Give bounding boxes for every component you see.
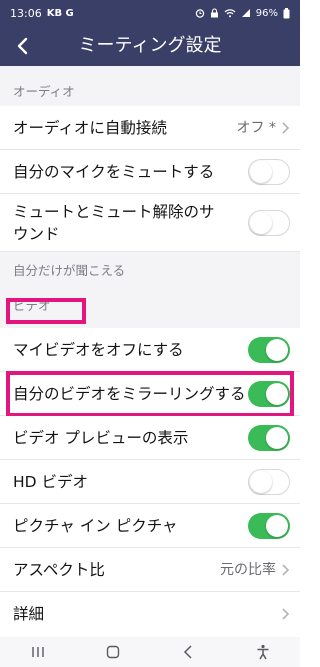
video-preview-row: ビデオ プレビューの表示: [0, 416, 300, 460]
pip-toggle[interactable]: [248, 513, 290, 539]
chevron-right-icon: [282, 564, 290, 576]
section-title-video: ビデオ: [13, 297, 51, 313]
auto-connect-audio-row[interactable]: オーディオに自動接続 オフ *: [0, 106, 300, 150]
mute-mic-toggle[interactable]: [248, 159, 290, 185]
mute-sound-row: ミュートとミュート解除のサ ウンド: [0, 194, 300, 252]
aspect-ratio-value: 元の比率: [220, 562, 276, 578]
toggle-knob: [266, 515, 288, 537]
mute-mic-label: 自分のマイクをミュートする: [13, 163, 215, 181]
turn-off-video-row: マイビデオをオフにする: [0, 328, 300, 372]
mute-sound-label-line1: ミュートとミュート解除のサ: [13, 203, 215, 221]
mirror-video-row: 自分のビデオをミラーリングする: [0, 372, 300, 416]
turn-off-video-toggle[interactable]: [248, 337, 290, 363]
page-title: ミーティング設定: [78, 35, 222, 56]
lock-icon: [210, 8, 218, 18]
battery-icon: [283, 7, 290, 18]
status-bar-left: 13:06 KB G: [10, 7, 74, 20]
status-bar: 13:06 KB G 96%: [0, 0, 300, 26]
status-time: 13:06: [10, 6, 42, 20]
accessibility-icon: [257, 644, 268, 660]
mute-mic-row: 自分のマイクをミュートする: [0, 150, 300, 194]
mute-sound-label-line2: ウンド: [13, 225, 60, 243]
signal-icon: [241, 9, 250, 17]
aspect-ratio-row[interactable]: アスペクト比 元の比率: [0, 548, 300, 592]
chevron-right-icon: [282, 608, 290, 620]
toggle-knob: [250, 471, 272, 493]
battery-level: 96%: [255, 7, 278, 19]
video-preview-label: ビデオ プレビューの表示: [13, 429, 189, 447]
alarm-icon: [195, 9, 204, 18]
mute-sound-toggle[interactable]: [248, 210, 290, 236]
toggle-knob: [250, 212, 272, 234]
back-arrow-icon: [183, 645, 192, 659]
pip-label: ピクチャ イン ピクチャ: [13, 517, 178, 535]
system-nav-bar: [0, 637, 300, 667]
status-notification-icons: KB G: [46, 7, 74, 19]
back-nav-button[interactable]: [168, 642, 208, 662]
hd-video-toggle[interactable]: [248, 469, 290, 495]
wifi-icon: [224, 9, 236, 18]
accessibility-button[interactable]: [243, 642, 283, 662]
details-label: 詳細: [13, 605, 45, 623]
mirror-video-label: 自分のビデオをミラーリングする: [13, 385, 246, 403]
recent-apps-icon: [31, 647, 44, 657]
hd-video-label: HD ビデオ: [13, 473, 89, 491]
section-header-video: ビデオ: [0, 286, 300, 322]
app-bar: ミーティング設定: [0, 26, 300, 66]
status-bar-right: 96%: [195, 7, 290, 19]
settings-list: オーディオ オーディオに自動接続 オフ * 自分のマイクをミュートする ミュート…: [0, 66, 300, 637]
auto-connect-audio-value: オフ *: [236, 120, 276, 136]
details-row[interactable]: 詳細: [0, 592, 300, 637]
home-icon: [106, 645, 119, 659]
recent-apps-button[interactable]: [18, 642, 58, 662]
aspect-ratio-label: アスペクト比: [13, 561, 105, 579]
toggle-knob: [266, 339, 288, 361]
section-header-audio: オーディオ: [0, 74, 300, 106]
pip-row: ピクチャ イン ピクチャ: [0, 504, 300, 548]
mirror-video-toggle[interactable]: [248, 381, 290, 407]
auto-connect-audio-label: オーディオに自動接続: [13, 119, 167, 137]
home-button[interactable]: [93, 642, 133, 662]
hd-video-row: HD ビデオ: [0, 460, 300, 504]
toggle-knob: [266, 427, 288, 449]
toggle-knob: [250, 161, 272, 183]
video-preview-toggle[interactable]: [248, 425, 290, 451]
chevron-right-icon: [282, 122, 290, 134]
turn-off-video-label: マイビデオをオフにする: [13, 341, 184, 359]
hint-text: 自分だけが聞こえる: [13, 262, 126, 278]
hint-text-row: 自分だけが聞こえる: [0, 252, 300, 286]
toggle-knob: [266, 383, 288, 405]
section-title-audio: オーディオ: [13, 83, 75, 99]
